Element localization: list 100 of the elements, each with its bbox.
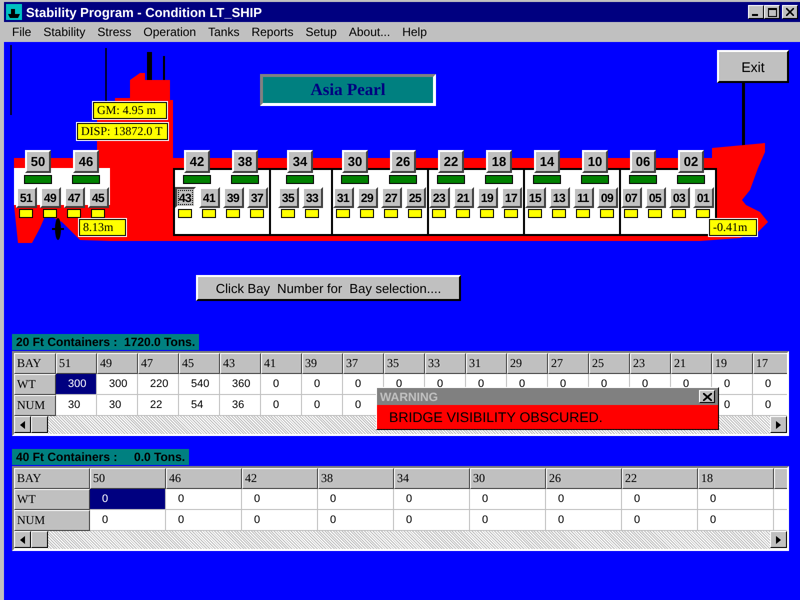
bay-button[interactable]: 06 [630,150,656,173]
close-button[interactable] [699,390,715,403]
scroll-left-button[interactable] [14,416,31,433]
bay-indicator [231,175,259,184]
window-title: Stability Program - Condition LT_SHIP [26,4,262,20]
bay-button[interactable]: 19 [476,187,498,208]
menu-item[interactable]: Stability [39,25,90,39]
bay-button[interactable]: 51 [16,187,36,208]
column-header: 45 [179,353,220,374]
bay-button[interactable]: 30 [342,150,368,173]
column-header: 30 [470,468,546,489]
bay-button[interactable]: 07 [620,187,642,208]
bay-button[interactable]: 33 [302,187,322,208]
menu-item[interactable]: Help [398,25,431,39]
bay-button[interactable]: 03 [668,187,690,208]
table-cell: 0 [698,489,774,510]
column-header: 43 [220,353,261,374]
bay-button[interactable]: 37 [246,187,268,208]
column-header: 31 [466,353,507,374]
table-cell: 0 [261,374,302,395]
bay-button[interactable]: 02 [678,150,704,173]
draft-label: -0.41m [709,219,757,236]
bay-button[interactable]: 45 [88,187,108,208]
table-cell: 0 [302,374,343,395]
horizontal-scrollbar[interactable] [14,531,787,549]
table-caption: 40 Ft Containers : 0.0 Tons. [12,449,190,465]
bay-button[interactable]: 21 [452,187,474,208]
bay-button[interactable]: 05 [644,187,666,208]
bay-button[interactable]: 13 [548,187,570,208]
menu-item[interactable]: File [8,25,36,39]
bay-button[interactable]: 15 [524,187,546,208]
menu-item[interactable]: Tanks [204,25,244,39]
bay-indicator [480,209,494,218]
menu-item[interactable]: Operation [139,25,200,39]
bay-button[interactable]: 50 [25,150,51,173]
bay-button[interactable]: 39 [222,187,244,208]
maximize-button[interactable] [764,5,780,19]
bay-indicator [202,209,216,218]
bay-selection-button[interactable]: Click Bay Number for Bay selection.... [196,275,461,301]
bay-indicator [581,175,609,184]
column-header: 35 [384,353,425,374]
close-icon [786,8,794,16]
left-arrow-icon [20,536,25,544]
column-header: 37 [343,353,384,374]
bay-indicator [600,209,614,218]
close-button[interactable] [782,5,798,19]
bay-indicator [672,209,686,218]
column-header: 25 [589,353,630,374]
bay-button[interactable]: 09 [596,187,618,208]
bay-button[interactable]: 46 [73,150,99,173]
column-header: 23 [630,353,671,374]
menu-item[interactable]: Stress [93,25,136,39]
bay-indicator [552,209,566,218]
table-cell: 360 [220,374,261,395]
bay-indicator [360,209,374,218]
bay-button[interactable]: 31 [332,187,354,208]
bay-button[interactable]: 41 [198,187,220,208]
close-icon [702,392,712,400]
bay-button[interactable]: 14 [534,150,560,173]
bay-button[interactable]: 49 [40,187,60,208]
bay-indicator [677,175,705,184]
bay-button[interactable]: 22 [438,150,464,173]
scroll-right-button[interactable] [770,531,787,548]
column-header: 42 [242,468,318,489]
bay-button[interactable]: 23 [428,187,450,208]
menu-item[interactable]: About... [344,25,394,39]
row-header: NUM [14,510,90,531]
bay-indicator [43,209,57,218]
bay-indicator [341,175,369,184]
table-cell: 0 [622,489,698,510]
bay-button[interactable]: 38 [232,150,258,173]
bay-button[interactable]: 35 [278,187,298,208]
scroll-thumb[interactable] [31,416,48,433]
exit-button[interactable]: Exit [717,50,789,83]
bay-button[interactable]: 26 [390,150,416,173]
bay-button[interactable]: 27 [380,187,402,208]
column-header: 17 [753,353,787,374]
bay-button[interactable]: 42 [184,150,210,173]
row-header: NUM [14,395,56,416]
minimize-button[interactable] [748,5,764,19]
column-header: BAY [14,353,56,374]
bay-button[interactable]: 17 [500,187,522,208]
bay-button[interactable]: 34 [287,150,313,173]
bay-button[interactable]: 29 [356,187,378,208]
bay-button[interactable]: 25 [404,187,426,208]
scroll-left-button[interactable] [14,531,31,548]
table-cell: 0 [470,489,546,510]
scroll-right-button[interactable] [770,416,787,433]
bay-button[interactable]: 01 [692,187,714,208]
ship-name: Asia Pearl [260,74,436,106]
bay-indicator [624,209,638,218]
bay-button[interactable]: 10 [582,150,608,173]
menu-item[interactable]: Setup [301,25,341,39]
table-cell: 0 [166,489,242,510]
bay-button[interactable]: 43 [174,187,196,208]
bay-button[interactable]: 47 [64,187,84,208]
scroll-thumb[interactable] [31,531,48,548]
menu-item[interactable]: Reports [247,25,298,39]
bay-button[interactable]: 18 [486,150,512,173]
bay-button[interactable]: 11 [572,187,594,208]
